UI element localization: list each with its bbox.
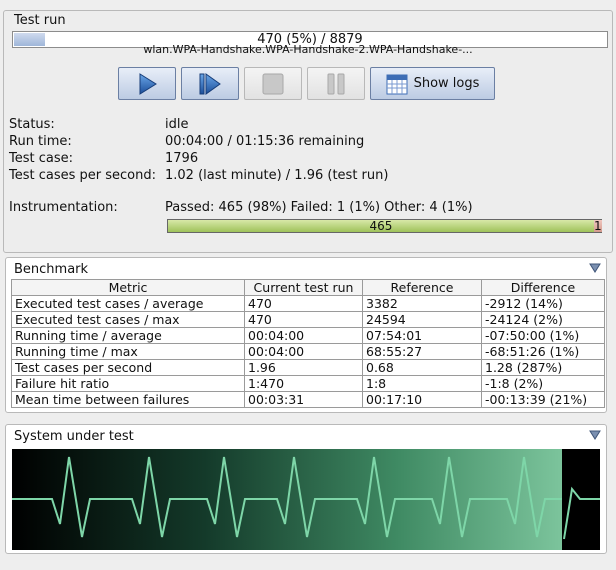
- table-cell: 07:54:01: [362, 327, 482, 344]
- failed-segment: 1: [593, 220, 602, 232]
- test-run-title: Test run: [12, 13, 68, 28]
- table-cell: 3382: [362, 295, 482, 312]
- table-row: Mean time between failures 00:03:31 00:17:…: [11, 391, 605, 408]
- table-cell: Executed test cases / average: [11, 295, 245, 312]
- table-row: Failure hit ratio 1:470 1:8 -1:8 (2%): [11, 375, 605, 392]
- table-cell: 24594: [362, 311, 482, 328]
- show-logs-button[interactable]: Show logs: [370, 67, 495, 100]
- tcps-value: 1.02 (last minute) / 1.96 (test run): [165, 168, 389, 183]
- play-button[interactable]: [118, 67, 176, 100]
- table-cell: 68:55:27: [362, 343, 482, 360]
- step-icon: [199, 72, 221, 95]
- sut-title: System under test: [14, 429, 134, 444]
- current-test-file: wlan.WPA-Handshake.WPA-Handshake-2.WPA-H…: [143, 43, 473, 56]
- table-cell: Test cases per second: [11, 359, 245, 376]
- column-header[interactable]: Metric: [11, 279, 245, 296]
- table-cell: -24124 (2%): [481, 311, 605, 328]
- collapse-triangle-icon[interactable]: [589, 263, 601, 273]
- table-row: Running time / average 00:04:00 07:54:01 -0…: [11, 327, 605, 344]
- table-cell: Running time / max: [11, 343, 245, 360]
- heartbeat-monitor: [12, 449, 600, 550]
- table-cell: 470: [244, 311, 363, 328]
- stop-icon: [262, 73, 284, 94]
- step-button[interactable]: [181, 67, 239, 100]
- column-header[interactable]: Reference: [362, 279, 482, 296]
- table-cell: -07:50:00 (1%): [481, 327, 605, 344]
- table-cell: -2912 (14%): [481, 295, 605, 312]
- status-value: idle: [165, 117, 189, 132]
- table-cell: Running time / average: [11, 327, 245, 344]
- table-cell: 00:04:00: [244, 343, 363, 360]
- table-cell: 1:8: [362, 375, 482, 392]
- heartbeat-trace-graphic: [12, 449, 600, 550]
- table-cell: 470: [244, 295, 363, 312]
- table-cell: 0.68: [362, 359, 482, 376]
- table-cell: Executed test cases / max: [11, 311, 245, 328]
- table-cell: -00:13:39 (21%): [481, 391, 605, 408]
- table-header-row: Metric Current test run Reference Differ…: [11, 279, 605, 296]
- calendar-log-icon: [386, 74, 408, 94]
- table-cell: 00:04:00: [244, 327, 363, 344]
- runtime-label: Run time:: [9, 134, 72, 149]
- table-cell: -68:51:26 (1%): [481, 343, 605, 360]
- table-row: Running time / max 00:04:00 68:55:27 -68:51…: [11, 343, 605, 360]
- testcase-label: Test case:: [9, 151, 73, 166]
- table-row: Executed test cases / average 470 3382 -291…: [11, 295, 605, 312]
- table-cell: 00:17:10: [362, 391, 482, 408]
- instrumentation-bar: 465 1 4: [167, 219, 602, 233]
- instrumentation-label: Instrumentation:: [9, 200, 118, 215]
- benchmark-table: Metric Current test run Reference Differ…: [11, 279, 605, 408]
- table-cell: 1:470: [244, 375, 363, 392]
- pause-icon: [327, 73, 345, 94]
- collapse-triangle-icon[interactable]: [589, 430, 601, 440]
- table-cell: 1.96: [244, 359, 363, 376]
- system-under-test-panel: System under test: [5, 424, 607, 554]
- passed-segment: 465: [168, 220, 594, 232]
- table-row: Test cases per second 1.96 0.68 1.28 (287%): [11, 359, 605, 376]
- benchmark-panel: Benchmark Metric Current test run Refere…: [5, 257, 607, 413]
- show-logs-label: Show logs: [413, 76, 480, 91]
- table-row: Executed test cases / max 470 24594 -24124 …: [11, 311, 605, 328]
- status-label: Status:: [9, 117, 55, 132]
- play-icon: [139, 72, 157, 95]
- tcps-label: Test cases per second:: [9, 168, 156, 183]
- stop-button[interactable]: [244, 67, 302, 100]
- table-cell: 00:03:31: [244, 391, 363, 408]
- instrumentation-value: Passed: 465 (98%) Failed: 1 (1%) Other: …: [165, 200, 473, 215]
- table-cell: Mean time between failures: [11, 391, 245, 408]
- table-cell: Failure hit ratio: [11, 375, 245, 392]
- column-header[interactable]: Difference: [481, 279, 605, 296]
- table-cell: 1.28 (287%): [481, 359, 605, 376]
- column-header[interactable]: Current test run: [244, 279, 363, 296]
- table-cell: -1:8 (2%): [481, 375, 605, 392]
- pause-button[interactable]: [307, 67, 365, 100]
- benchmark-title: Benchmark: [14, 262, 89, 277]
- runtime-value: 00:04:00 / 01:15:36 remaining: [165, 134, 365, 149]
- testcase-value: 1796: [165, 151, 199, 166]
